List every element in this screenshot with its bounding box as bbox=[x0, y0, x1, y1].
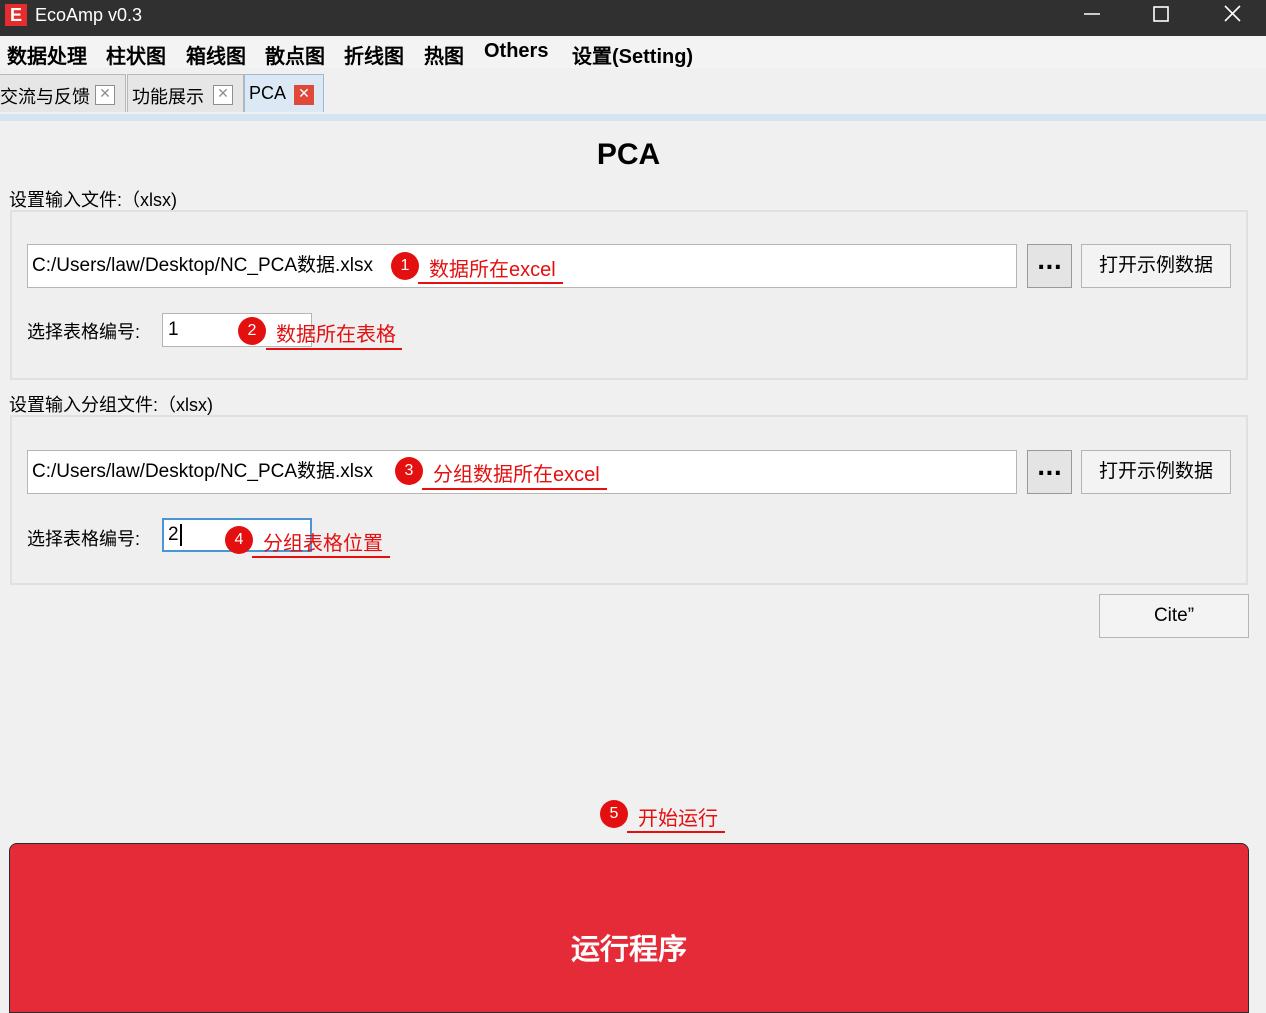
close-icon bbox=[1224, 5, 1241, 22]
close-icon[interactable]: ✕ bbox=[294, 85, 314, 105]
annotation-text-4: 分组表格位置 bbox=[263, 533, 383, 555]
annotation-underline bbox=[422, 488, 607, 490]
minimize-icon bbox=[1084, 13, 1100, 15]
group-browse-button[interactable]: ... bbox=[1027, 450, 1072, 494]
group-open-example-button[interactable]: 打开示例数据 bbox=[1081, 450, 1231, 494]
annotation-underline bbox=[627, 831, 725, 833]
run-program-button[interactable]: 运行程序 bbox=[9, 843, 1249, 1013]
menu-heatmap[interactable]: 热图 bbox=[424, 40, 464, 69]
annotation-marker-2: 2 bbox=[238, 317, 266, 345]
maximize-button[interactable] bbox=[1131, 0, 1191, 30]
group-file-group bbox=[10, 415, 1248, 585]
annotation-underline bbox=[252, 556, 390, 558]
menu-bar: 数据处理 柱状图 箱线图 散点图 折线图 热图 Others 设置(Settin… bbox=[0, 36, 1266, 69]
annotation-text-3: 分组数据所在excel bbox=[433, 464, 600, 486]
annotation-text-2: 数据所在表格 bbox=[276, 324, 396, 346]
minimize-button[interactable] bbox=[1062, 0, 1122, 30]
input-open-example-button[interactable]: 打开示例数据 bbox=[1081, 244, 1231, 288]
maximize-icon bbox=[1153, 6, 1169, 22]
annotation-underline bbox=[266, 348, 402, 350]
menu-box-plot[interactable]: 箱线图 bbox=[186, 40, 246, 69]
group-sheet-label: 选择表格编号: bbox=[27, 529, 141, 549]
tab-feedback[interactable]: 交流与反馈 ✕ bbox=[0, 74, 126, 112]
input-file-group bbox=[10, 210, 1248, 380]
close-button[interactable] bbox=[1202, 0, 1262, 30]
annotation-marker-3: 3 bbox=[395, 457, 423, 485]
close-icon[interactable]: ✕ bbox=[95, 85, 115, 105]
annotation-underline bbox=[418, 282, 563, 284]
menu-settings[interactable]: 设置(Setting) bbox=[572, 40, 693, 69]
annotation-marker-5: 5 bbox=[600, 800, 628, 828]
app-logo: E bbox=[5, 4, 27, 26]
menu-line-chart[interactable]: 折线图 bbox=[344, 40, 404, 69]
tab-label: PCA bbox=[249, 83, 287, 103]
window-title: EcoAmp v0.3 bbox=[35, 5, 143, 25]
input-browse-button[interactable]: ... bbox=[1027, 244, 1072, 288]
title-bar: E EcoAmp v0.3 bbox=[0, 0, 1266, 36]
text-caret bbox=[179, 523, 182, 546]
page-title: PCA bbox=[596, 138, 661, 171]
tab-features[interactable]: 功能展示 ✕ bbox=[127, 74, 244, 112]
menu-scatter-plot[interactable]: 散点图 bbox=[265, 40, 325, 69]
annotation-text-1: 数据所在excel bbox=[429, 259, 556, 281]
tab-label: 功能展示 bbox=[132, 87, 204, 107]
annotation-text-5: 开始运行 bbox=[638, 808, 718, 830]
tab-content-border bbox=[0, 114, 1266, 121]
menu-others[interactable]: Others bbox=[484, 40, 548, 63]
input-file-label: 设置输入文件:（xlsx) bbox=[9, 190, 177, 210]
group-file-label: 设置输入分组文件:（xlsx) bbox=[9, 395, 213, 415]
run-program-label: 运行程序 bbox=[570, 934, 687, 966]
tab-bar: 交流与反馈 ✕ 功能展示 ✕ PCA ✕ bbox=[0, 68, 1266, 114]
group-sheet-value: 2 bbox=[168, 524, 179, 545]
tab-pca[interactable]: PCA ✕ bbox=[244, 74, 324, 112]
menu-data-processing[interactable]: 数据处理 bbox=[7, 40, 87, 69]
annotation-marker-1: 1 bbox=[391, 252, 419, 280]
input-sheet-label: 选择表格编号: bbox=[27, 322, 141, 342]
cite-button[interactable]: Cite” bbox=[1099, 594, 1249, 638]
menu-bar-chart[interactable]: 柱状图 bbox=[106, 40, 166, 69]
tab-label: 交流与反馈 bbox=[0, 87, 90, 107]
annotation-marker-4: 4 bbox=[225, 526, 253, 554]
close-icon[interactable]: ✕ bbox=[213, 85, 233, 105]
